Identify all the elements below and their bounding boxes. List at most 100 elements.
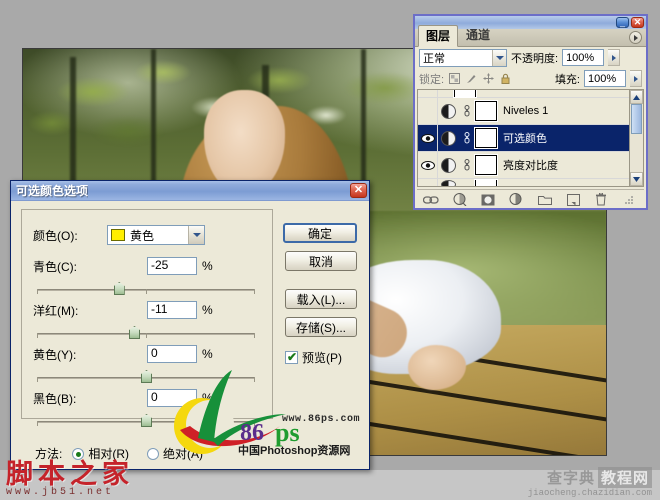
save-button[interactable]: 存储(S)... (285, 317, 357, 337)
blend-mode-dropdown[interactable]: 正常 (419, 48, 507, 67)
cyan-input[interactable]: -25 (147, 257, 197, 275)
move-lock-icon[interactable] (482, 72, 495, 85)
color-select-row: 颜色(O): 黄色 (33, 225, 205, 245)
layer-style-icon[interactable] (451, 192, 469, 208)
layers-scrollbar[interactable] (629, 90, 643, 186)
opacity-label: 不透明度: (511, 52, 559, 65)
layer-mask-thumbnail[interactable] (475, 101, 497, 121)
selective-color-titlebar[interactable]: 可选颜色选项 ✕ (11, 181, 369, 201)
eye-icon (420, 133, 435, 143)
cyan-unit: % (202, 259, 213, 273)
adjustment-layer-thumbnail (441, 130, 456, 146)
close-icon[interactable]: ✕ (350, 183, 367, 198)
black-unit: % (202, 391, 213, 405)
panel-resize-grip[interactable] (621, 192, 639, 208)
chevron-down-icon[interactable] (492, 49, 506, 66)
selective-color-dialog: 可选颜色选项 ✕ 颜色(O): 黄色 青色(C): -25 % 洋红(M): -… (10, 180, 370, 470)
fill-input[interactable]: 100% (584, 70, 626, 87)
layers-panel-tabs: 图层 通道 (415, 25, 646, 47)
scrollbar-thumb[interactable] (631, 104, 642, 134)
link-icon[interactable] (459, 105, 475, 117)
method-absolute-label: 绝对(A) (163, 447, 204, 461)
load-button[interactable]: 载入(L)... (285, 289, 357, 309)
black-slider[interactable] (37, 414, 255, 427)
transparency-lock-icon[interactable] (448, 72, 461, 85)
layer-mask-thumbnail (454, 90, 476, 97)
preview-checkbox[interactable]: 预览(P) (285, 349, 342, 366)
black-row: 黑色(B): 0 % (33, 389, 213, 407)
panel-menu-icon[interactable] (629, 31, 642, 44)
magenta-slider[interactable] (37, 326, 255, 339)
link-icon[interactable] (459, 159, 475, 171)
scroll-down-icon[interactable] (630, 172, 643, 186)
layers-panel: _ ✕ 图层 通道 正常 不透明度: 100% 锁定: 填充: 100% Niv… (413, 14, 648, 210)
yellow-label: 黄色(Y): (33, 347, 77, 362)
checkbox-checked-icon (285, 350, 298, 364)
black-input[interactable]: 0 (147, 389, 197, 407)
photo-tree-trunk (361, 49, 367, 196)
link-layers-icon[interactable] (422, 192, 440, 208)
minimize-icon[interactable]: _ (616, 17, 629, 28)
blend-mode-value: 正常 (423, 52, 445, 65)
layer-mask-thumbnail[interactable] (475, 128, 497, 148)
layers-list[interactable]: Niveles 1 可选颜色 亮度对比度 (417, 89, 644, 187)
fill-stepper-icon[interactable] (630, 70, 642, 87)
table-row[interactable]: 可选颜色 (418, 125, 643, 152)
layer-name: 可选颜色 (503, 133, 547, 145)
window-bottom-bar (0, 470, 660, 500)
layer-mask-thumbnail[interactable] (475, 155, 497, 175)
table-row[interactable] (418, 179, 643, 186)
radio-off-icon (147, 447, 160, 460)
new-group-icon[interactable] (536, 192, 554, 208)
opacity-stepper-icon[interactable] (608, 49, 621, 66)
adjustment-layer-thumbnail (441, 103, 456, 119)
brush-lock-icon[interactable] (465, 72, 478, 85)
yellow-row: 黄色(Y): 0 % (33, 345, 213, 363)
layer-name: 亮度对比度 (503, 160, 558, 172)
layer-visibility-toggle[interactable] (418, 98, 438, 124)
new-layer-icon[interactable] (564, 192, 582, 208)
tab-layers[interactable]: 图层 (418, 25, 459, 47)
color-swatch-icon (111, 229, 125, 241)
ok-button[interactable]: 确定 (283, 223, 357, 243)
eye-icon (420, 160, 435, 170)
lock-row: 锁定: 填充: 100% (415, 68, 646, 89)
table-row[interactable]: Niveles 1 (418, 98, 643, 125)
radio-on-icon (72, 447, 85, 460)
blend-mode-row: 正常 不透明度: 100% (415, 47, 646, 68)
magenta-row: 洋红(M): -11 % (33, 301, 213, 319)
selective-color-body: 颜色(O): 黄色 青色(C): -25 % 洋红(M): -11 % 黄色(Y… (11, 201, 369, 471)
photoshop-desktop: 可选颜色选项 ✕ 颜色(O): 黄色 青色(C): -25 % 洋红(M): -… (0, 0, 660, 500)
yellow-slider[interactable] (37, 370, 255, 383)
adjustment-layer-thumbnail (441, 157, 456, 173)
all-lock-icon[interactable] (499, 72, 512, 85)
method-absolute-radio[interactable]: 绝对(A) (147, 445, 203, 462)
yellow-unit: % (202, 347, 213, 361)
method-relative-label: 相对(R) (88, 447, 130, 461)
fill-label: 填充: (554, 73, 580, 86)
chevron-down-icon[interactable] (188, 226, 204, 244)
layers-panel-toolbar (417, 189, 644, 209)
close-icon[interactable]: ✕ (631, 17, 644, 28)
add-mask-icon[interactable] (479, 192, 497, 208)
new-adjustment-layer-icon[interactable] (507, 192, 525, 208)
delete-layer-icon[interactable] (592, 192, 610, 208)
table-row[interactable]: 亮度对比度 (418, 152, 643, 179)
color-dropdown-value: 黄色 (130, 228, 155, 243)
magenta-input[interactable]: -11 (147, 301, 197, 319)
cancel-button[interactable]: 取消 (285, 251, 357, 271)
method-label: 方法: (35, 447, 63, 461)
color-dropdown[interactable]: 黄色 (107, 225, 205, 245)
magenta-label: 洋红(M): (33, 303, 79, 318)
layer-visibility-toggle[interactable] (418, 152, 438, 178)
cyan-slider[interactable] (37, 282, 255, 295)
yellow-input[interactable]: 0 (147, 345, 197, 363)
table-row[interactable] (418, 90, 643, 98)
scroll-up-icon[interactable] (630, 90, 643, 104)
layer-visibility-toggle[interactable] (418, 125, 438, 151)
opacity-input[interactable]: 100% (562, 49, 605, 66)
cyan-row: 青色(C): -25 % (33, 257, 213, 275)
method-relative-radio[interactable]: 相对(R) (72, 445, 129, 462)
link-icon[interactable] (459, 132, 475, 144)
tab-channels[interactable]: 通道 (458, 24, 498, 46)
